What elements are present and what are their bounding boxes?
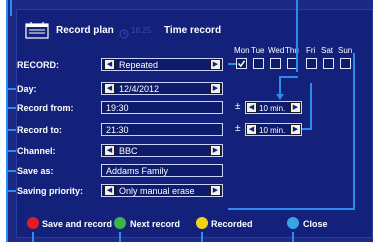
callout-line-close [292, 232, 294, 242]
record-mode-next-arrow[interactable]: ▶ [210, 59, 221, 70]
recorded-button[interactable]: Recorded [211, 219, 253, 229]
day-checkbox-fri[interactable] [306, 58, 317, 69]
day-checkbox-sun[interactable] [340, 58, 351, 69]
callout-line-mon [228, 63, 236, 65]
record-to-label: Record to: [17, 125, 62, 135]
callout-line-days [353, 53, 355, 210]
tab-record-plan[interactable]: Record plan [56, 25, 114, 36]
callout-line-save [32, 232, 34, 242]
from-plus-minus: ± [235, 101, 241, 112]
day-label-wed: Wed [268, 46, 285, 55]
to-padding-prev-arrow[interactable]: ◀ [246, 124, 257, 135]
day-checkbox-tue[interactable] [253, 58, 264, 69]
close-button[interactable]: Close [303, 219, 328, 229]
record-to-input[interactable]: 21:30 [101, 123, 223, 136]
callout-tick-priority [6, 190, 16, 192]
saving-priority-select[interactable]: Only manual erase [101, 184, 223, 197]
calendar-icon [25, 21, 49, 39]
channel-label: Channel: [17, 146, 56, 156]
callout-tick-saveas [6, 170, 16, 172]
record-from-input[interactable]: 19:30 [101, 101, 223, 114]
record-from-label: Record from: [17, 103, 74, 113]
green-button-icon[interactable] [114, 217, 126, 229]
channel-select[interactable]: BBC [101, 144, 223, 157]
day-label-sat: Sat [321, 46, 334, 55]
callout-line-to-h [302, 128, 312, 130]
next-record-button[interactable]: Next record [130, 219, 180, 229]
red-button-icon[interactable] [27, 217, 39, 229]
callout-line-recorded [201, 232, 203, 242]
save-as-value: Addams Family [106, 166, 169, 176]
day-select[interactable]: 12/4/2012 [101, 82, 223, 95]
callout-line-left [6, 0, 8, 242]
day-value: 12/4/2012 [119, 84, 160, 94]
day-label-mon: Mon [234, 46, 250, 55]
channel-prev-arrow[interactable]: ◀ [104, 145, 115, 156]
day-prev-arrow[interactable]: ◀ [104, 83, 115, 94]
callout-tick-channel [6, 150, 16, 152]
day-next-arrow[interactable]: ▶ [210, 83, 221, 94]
callout-tick-to [6, 129, 16, 131]
day-label-tue: Tue [251, 46, 265, 55]
save-as-input[interactable]: Addams Family [101, 164, 223, 177]
callout-tick-day [6, 88, 16, 90]
record-from-value: 19:30 [106, 103, 129, 113]
record-mode-value: Repeated [119, 60, 159, 70]
save-and-record-button[interactable]: Save and record [42, 219, 112, 229]
callout-line-top-right [296, 0, 298, 72]
record-label: RECORD: [17, 60, 59, 70]
record-panel [8, 0, 373, 242]
day-checkbox-sat[interactable] [323, 58, 334, 69]
saving-priority-value: Only manual erase [119, 186, 195, 196]
from-padding-next-arrow[interactable]: ▶ [290, 102, 301, 113]
day-label-fri: Fri [306, 46, 316, 55]
callout-line-from-h [279, 76, 298, 78]
callout-line-top-left [10, 0, 12, 16]
record-mode-prev-arrow[interactable]: ◀ [104, 59, 115, 70]
callout-line-days-bottom [228, 208, 355, 210]
record-to-value: 21:30 [106, 125, 129, 135]
to-padding-next-arrow[interactable]: ▶ [290, 124, 301, 135]
yellow-button-icon[interactable] [196, 217, 208, 229]
day-label-sun: Sun [338, 46, 353, 55]
callout-tick-from [6, 107, 16, 109]
to-padding-value: 10 min. [259, 126, 286, 135]
day-label: Day: [17, 84, 37, 94]
channel-next-arrow[interactable]: ▶ [210, 145, 221, 156]
day-checkbox-wed[interactable] [270, 58, 281, 69]
callout-arrow-from [276, 94, 284, 100]
from-padding-prev-arrow[interactable]: ◀ [246, 102, 257, 113]
from-padding-value: 10 min. [259, 104, 286, 113]
tab-time-record[interactable]: Time record [164, 25, 221, 36]
save-as-label: Save as: [17, 166, 54, 176]
channel-value: BBC [119, 146, 138, 156]
callout-line-next [119, 232, 121, 242]
saving-priority-prev-arrow[interactable]: ◀ [104, 185, 115, 196]
saving-priority-next-arrow[interactable]: ▶ [210, 185, 221, 196]
day-checkbox-mon[interactable] [236, 58, 247, 69]
blue-button-icon[interactable] [287, 217, 299, 229]
saving-priority-label: Saving priority: [17, 186, 84, 196]
to-plus-minus: ± [235, 123, 241, 134]
clock-time: 18:25 [131, 26, 152, 35]
clock-icon [119, 26, 129, 39]
callout-line-to-v [310, 83, 312, 130]
record-mode-select[interactable]: Repeated [101, 58, 223, 71]
